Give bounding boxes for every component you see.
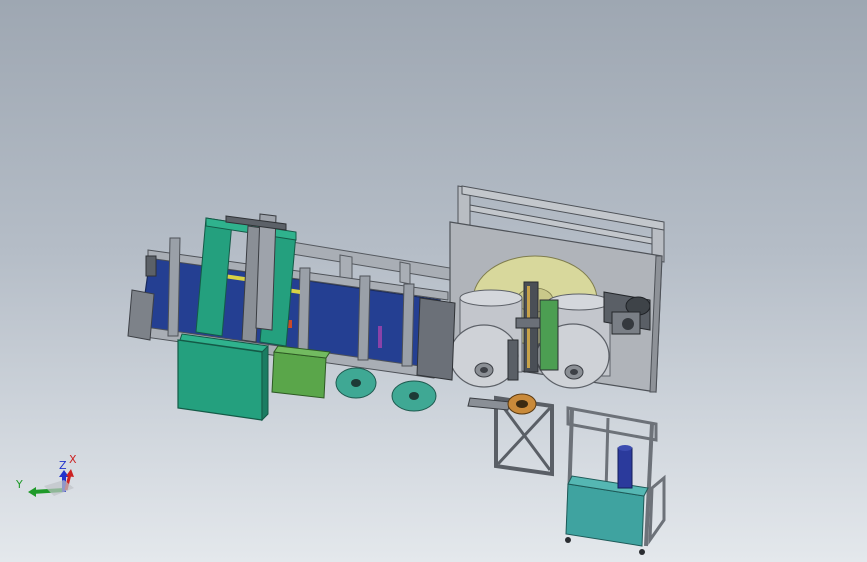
teal-cabinet	[177, 333, 269, 422]
teal-wheel-left	[335, 367, 377, 399]
green-motor-box	[271, 345, 331, 399]
axis-label-x: X	[69, 453, 77, 466]
teal-gantry	[195, 213, 297, 347]
axis-label-y: Y	[16, 478, 23, 491]
teal-wheel-right	[391, 380, 437, 412]
front-stand	[467, 393, 554, 477]
material-cart	[565, 406, 666, 555]
cad-viewport[interactable]: X Z Y	[0, 0, 867, 562]
machine-assembly-model[interactable]	[0, 0, 867, 562]
axis-label-z: Z	[59, 459, 67, 472]
